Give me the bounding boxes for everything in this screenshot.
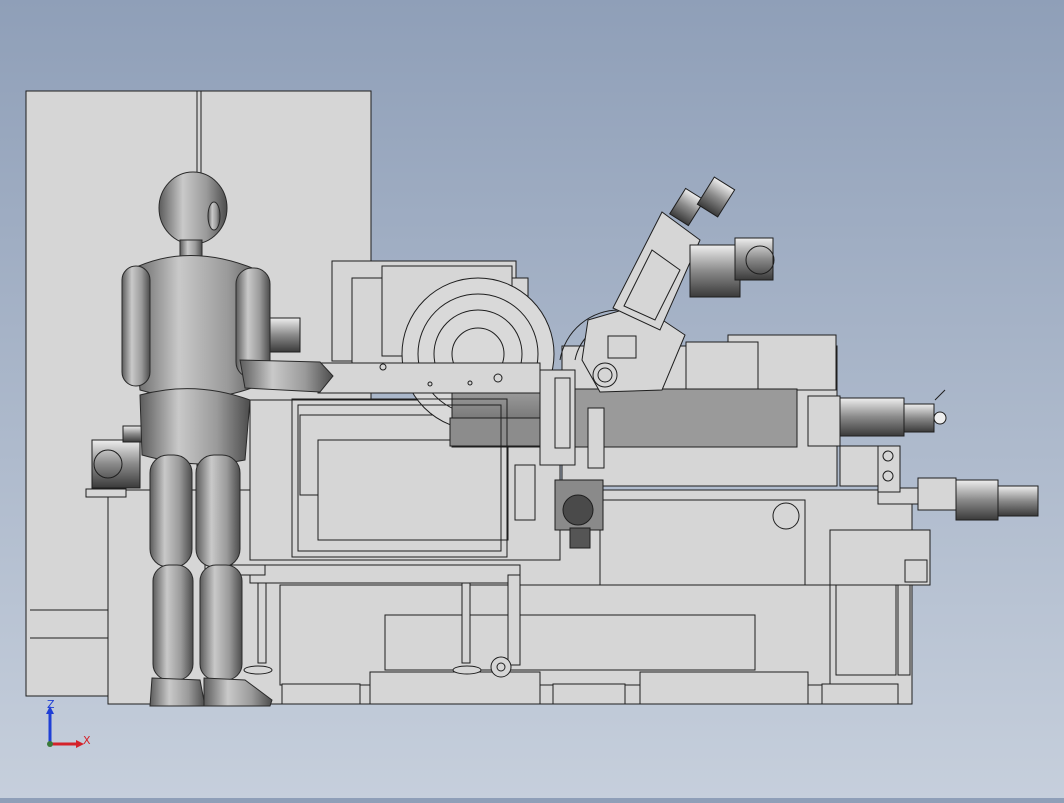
small-motor-cluster: [269, 317, 301, 353]
machine-assembly-drawing: [25, 90, 1039, 707]
motor-upper-right: [689, 237, 775, 298]
triad-origin: [47, 741, 53, 747]
cad-graphics-viewport[interactable]: [0, 0, 1064, 798]
regulating-barrel: [449, 388, 798, 448]
z-axis-label: Z: [47, 698, 55, 711]
angled-spindles: [669, 176, 736, 227]
motor-right-upper: [837, 389, 947, 437]
coordinate-triad: Z X: [38, 696, 98, 756]
x-axis-label: X: [83, 734, 91, 747]
